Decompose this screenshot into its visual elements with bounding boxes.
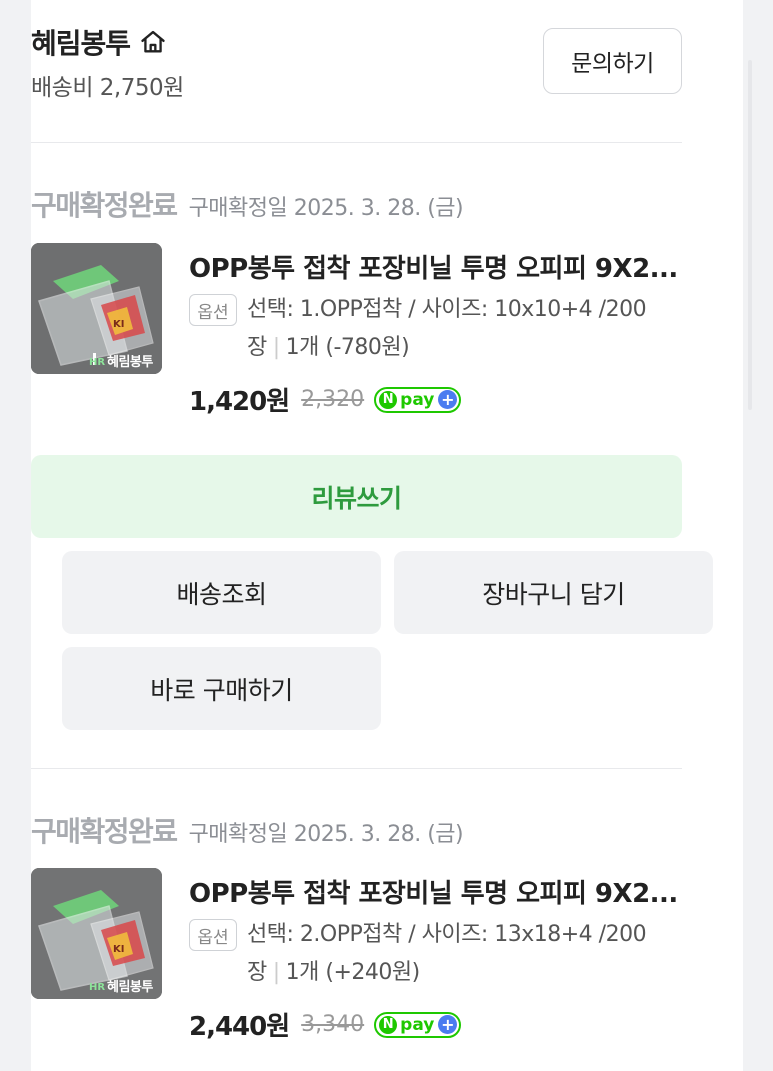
price: 1,420원 — [189, 387, 290, 417]
plus-icon: + — [438, 390, 458, 409]
seller-name[interactable]: 혜림봉투 — [31, 22, 131, 62]
npay-n-icon: N — [379, 1015, 398, 1034]
price: 2,440원 — [189, 1012, 290, 1042]
npay-n-icon: N — [379, 390, 398, 409]
track-delivery-button[interactable]: 배송조회 — [62, 551, 381, 634]
price-row: 1,420원 2,320 N pay + — [189, 381, 462, 418]
confirm-date: 구매확정일 2025. 3. 28. (금) — [188, 196, 464, 221]
product-thumbnail[interactable]: KI HR 혜림봉투 — [31, 868, 162, 999]
order-status: 구매확정완료 — [31, 189, 178, 222]
option-badge: 옵션 — [189, 294, 237, 326]
product-thumbnail[interactable]: KI HR 혜림봉투 — [31, 243, 162, 374]
svg-text:KI: KI — [113, 944, 124, 955]
svg-text:HR: HR — [89, 982, 105, 993]
shipping-fee: 배송비 2,750원 — [31, 75, 184, 101]
product-title[interactable]: OPP봉투 접착 포장비닐 투명 오피피 9X2... — [189, 873, 689, 910]
svg-text:HR: HR — [89, 357, 105, 368]
option-qty: 1개 (-780원) — [285, 335, 410, 360]
npay-plus-badge: N pay + — [374, 386, 462, 413]
product-title[interactable]: OPP봉투 접착 포장비닐 투명 오피피 9X2... — [189, 248, 689, 285]
option-badge: 옵션 — [189, 919, 237, 951]
npay-plus-badge: N pay + — [374, 1011, 462, 1038]
confirm-date: 구매확정일 2025. 3. 28. (금) — [188, 822, 464, 847]
npay-text: pay — [400, 1014, 435, 1035]
order-status-row: 구매확정완료 구매확정일 2025. 3. 28. (금) — [31, 184, 464, 224]
seller-header[interactable]: 혜림봉투 — [31, 22, 167, 62]
divider — [31, 142, 682, 143]
add-to-cart-button[interactable]: 장바구니 담기 — [394, 551, 713, 634]
home-icon[interactable] — [139, 28, 167, 56]
order-status: 구매확정완료 — [31, 815, 178, 848]
original-price: 2,320 — [301, 387, 365, 412]
option-qty: 1개 (+240원) — [285, 960, 421, 985]
price-row: 2,440원 3,340 N pay + — [189, 1006, 462, 1043]
original-price: 3,340 — [301, 1012, 365, 1037]
write-review-button[interactable]: 리뷰쓰기 — [31, 455, 682, 538]
scrollbar[interactable] — [748, 60, 752, 410]
option-text: 선택: 2.OPP접착 / 사이즈: 13x18+4 /200장 | 1개 (+24… — [247, 922, 647, 985]
plus-icon: + — [438, 1015, 458, 1034]
order-status-row: 구매확정완료 구매확정일 2025. 3. 28. (금) — [31, 810, 464, 850]
svg-text:KI: KI — [113, 319, 124, 330]
buy-now-button[interactable]: 바로 구매하기 — [62, 647, 381, 730]
thumb-brand: 혜림봉투 — [107, 980, 153, 995]
thumb-brand: 혜림봉투 — [107, 355, 153, 370]
npay-text: pay — [400, 389, 435, 410]
divider — [31, 768, 682, 769]
option-text: 선택: 1.OPP접착 / 사이즈: 10x10+4 /200장 | 1개 (-78… — [247, 297, 647, 360]
inquiry-button[interactable]: 문의하기 — [543, 28, 682, 94]
